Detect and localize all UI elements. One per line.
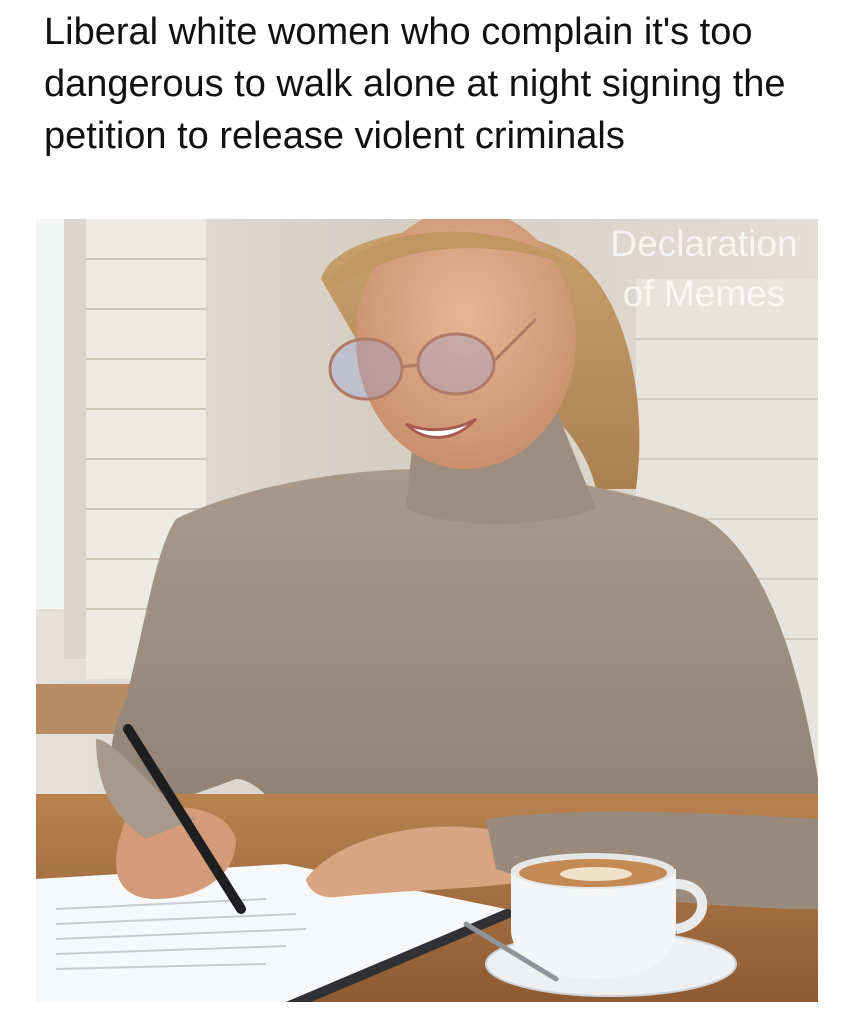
- window-light: [36, 219, 64, 609]
- meme-caption: Liberal white women who complain it's to…: [44, 11, 786, 157]
- meme-photo: Declaration of Memes: [36, 219, 818, 1002]
- photo-illustration: [36, 219, 818, 1002]
- watermark-line-2: of Memes: [622, 273, 786, 314]
- watermark: Declaration of Memes: [594, 219, 814, 319]
- watermark-line-1: Declaration: [610, 223, 798, 264]
